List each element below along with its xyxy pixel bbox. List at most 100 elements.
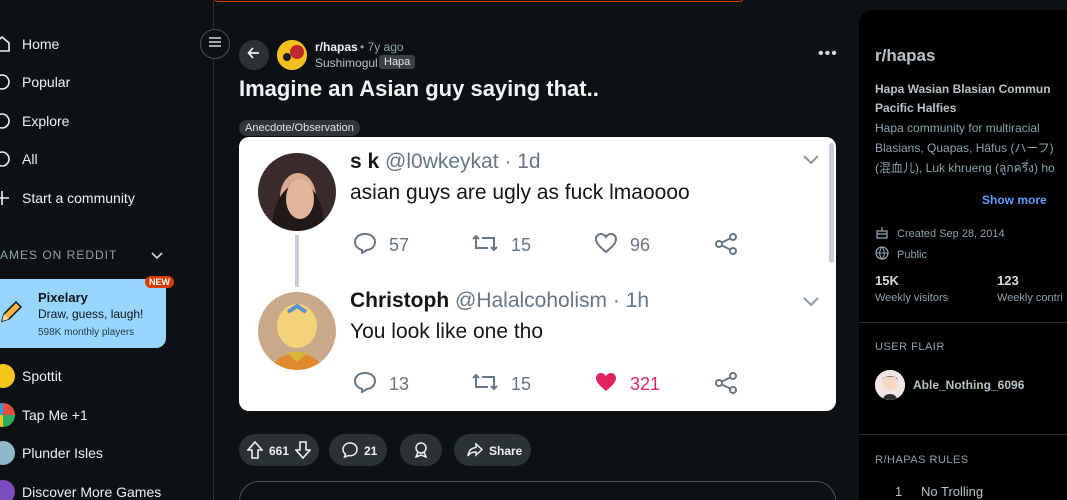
user-flair-name[interactable]: Able_Nothing_6096: [913, 378, 1024, 392]
heart-outline-icon: [594, 232, 618, 259]
user-flair-header: USER FLAIR: [875, 341, 945, 353]
tweet-2-like: 321: [594, 371, 660, 398]
nav-start-community[interactable]: Start a community: [0, 180, 214, 216]
subreddit-link[interactable]: r/hapas: [315, 40, 358, 54]
created-date: Created Sep 28, 2014: [875, 225, 1005, 242]
image-scrollbar: [829, 143, 834, 263]
rules-header: R/HAPAS RULES: [875, 454, 969, 466]
featured-game-card[interactable]: Pixelary Draw, guess, laugh! 598K monthl…: [0, 279, 166, 348]
tweet-2-avatar: [258, 292, 336, 370]
share-button[interactable]: Share: [454, 434, 531, 466]
globe-icon: [875, 246, 889, 263]
back-button[interactable]: [239, 40, 269, 70]
nav-explore[interactable]: Explore: [0, 103, 214, 139]
community-tagline-line-2: Pacific Halfies: [875, 101, 957, 115]
retweet-icon: [471, 371, 499, 398]
user-flair-badge: Hapa: [379, 55, 416, 69]
community-description-line-3: (混血儿), Luk khrueng (ลูกครึ่ง) ho: [875, 161, 1055, 175]
tweet-2-like-count: 321: [630, 374, 661, 394]
tweet-2-text: You look like one tho: [350, 320, 544, 343]
award-button[interactable]: [400, 434, 442, 466]
vote-count: 661: [269, 444, 290, 458]
comment-icon: [342, 442, 358, 461]
comment-input[interactable]: [239, 481, 836, 500]
plunder-isles-icon: [0, 441, 15, 465]
menu-icon: [208, 35, 222, 53]
tweet-2-retweet-count: 15: [511, 374, 532, 394]
post-image[interactable]: s k @l0wkeykat · 1d asian guys are ugly …: [239, 137, 836, 411]
arrow-left-icon: [246, 45, 262, 66]
game-spottit-label: Spottit: [22, 368, 62, 384]
game-spottit[interactable]: Spottit: [0, 358, 214, 394]
plus-icon: [0, 188, 12, 208]
nav-all-label: All: [22, 151, 38, 167]
downvote-icon[interactable]: [294, 441, 312, 462]
community-description-line-1: Hapa community for multiracial: [875, 121, 1040, 135]
community-description: Hapa community for multiracial Blasians,…: [875, 118, 1067, 178]
post-flair[interactable]: Anecdote/Observation: [239, 120, 360, 136]
more-options-icon[interactable]: •••: [818, 45, 838, 63]
game-plunder-isles[interactable]: Plunder Isles: [0, 435, 214, 471]
vote-control: 661: [239, 434, 319, 466]
game-tap-me-label: Tap Me +1: [22, 407, 88, 423]
game-plunder-isles-label: Plunder Isles: [22, 445, 103, 461]
post-title: Imagine an Asian guy saying that..: [239, 76, 599, 101]
spottit-icon: [0, 364, 15, 388]
tweet-2-reply: 13: [353, 371, 409, 398]
user-flair-avatar: [875, 370, 905, 400]
tweet-1-reply: 57: [353, 232, 409, 259]
nav-home[interactable]: Home: [0, 26, 214, 62]
reply-icon: [353, 232, 377, 259]
tweet-1-like: 96: [594, 232, 650, 259]
upvote-icon[interactable]: [246, 440, 264, 462]
featured-game-title: Pixelary: [38, 290, 88, 305]
tweet-1-name: s k: [350, 150, 380, 173]
tweet-2-reply-count: 13: [389, 374, 410, 394]
comment-count: 21: [364, 444, 378, 458]
pencil-icon: [0, 299, 24, 330]
weekly-visitors-label: Weekly visitors: [875, 292, 949, 304]
post-timestamp: • 7y ago: [360, 40, 404, 54]
share-arrow-icon: [467, 442, 484, 461]
home-icon: [0, 34, 12, 54]
tweet-thread-line: [295, 235, 299, 287]
game-tap-me[interactable]: Tap Me +1: [0, 397, 214, 433]
community-tagline: Hapa Wasian Blasian Commun Pacific Halfi…: [875, 80, 1067, 118]
award-icon: [413, 442, 429, 461]
tweet-1-avatar: [258, 153, 336, 231]
subreddit-avatar[interactable]: [277, 40, 307, 70]
tweet-1-header: s k @l0wkeykat · 1d: [350, 150, 541, 174]
community-sidebar: r/hapas Hapa Wasian Blasian Commun Pacif…: [859, 10, 1067, 500]
weekly-contributions-label: Weekly contri: [997, 292, 1063, 304]
discover-more-games-label: Discover More Games: [22, 484, 162, 500]
weekly-contributions-count: 123: [997, 273, 1019, 288]
post-author[interactable]: Sushimogul: [315, 56, 378, 70]
nav-start-community-label: Start a community: [22, 190, 135, 206]
rule-1-text[interactable]: No Trolling: [921, 484, 983, 499]
heart-filled-icon: [594, 371, 618, 398]
comments-button[interactable]: 21: [329, 434, 387, 466]
visibility-label: Public: [897, 248, 927, 261]
retweet-icon: [471, 232, 499, 259]
reply-icon: [353, 371, 377, 398]
nav-all[interactable]: All: [0, 141, 214, 177]
created-date-label: Created Sep 28, 2014: [897, 227, 1005, 240]
tweet-1-share-icon: [714, 232, 738, 256]
tweet-1-reply-count: 57: [389, 235, 410, 255]
discover-more-games[interactable]: Discover More Games: [0, 474, 214, 500]
games-section-header[interactable]: AMES ON REDDIT: [0, 248, 214, 268]
tweet-2-handle: @Halalcoholism · 1h: [455, 289, 650, 312]
sidebar-toggle-button[interactable]: [200, 29, 230, 59]
weekly-visitors-count: 15K: [875, 273, 899, 288]
games-section-title: AMES ON REDDIT: [0, 248, 118, 262]
top-banner-edge: [214, 0, 744, 2]
tweet-1-text: asian guys are ugly as fuck lmaoooo: [350, 181, 690, 204]
visibility: Public: [875, 246, 927, 263]
sidebar-divider: [859, 322, 1067, 323]
tap-me-icon: [0, 403, 15, 427]
chevron-down-icon: [150, 250, 164, 264]
show-more-link[interactable]: Show more: [982, 193, 1047, 207]
tweet-1-retweet-count: 15: [511, 235, 532, 255]
left-sidebar: Home Popular Explore All Start a communi…: [0, 0, 214, 500]
nav-popular[interactable]: Popular: [0, 64, 214, 100]
